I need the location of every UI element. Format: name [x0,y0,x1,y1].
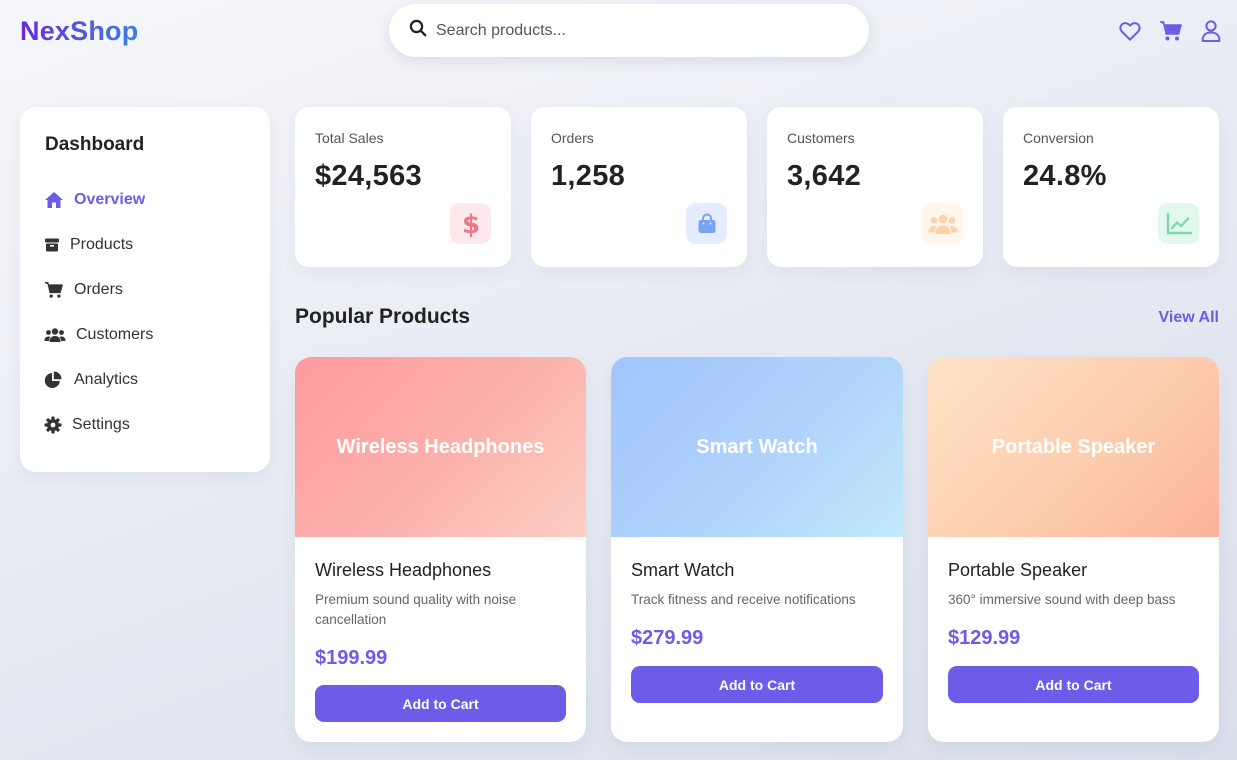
product-card-portable-speaker[interactable]: Portable Speaker Portable Speaker 360° i… [928,357,1219,742]
sidebar-item-orders[interactable]: Orders [44,277,123,303]
stat-value: 1,258 [551,160,626,192]
users-icon [44,325,68,345]
add-to-cart-button[interactable]: Add to Cart [631,666,883,703]
sidebar-item-settings[interactable]: Settings [44,412,130,438]
sidebar-item-overview[interactable]: Overview [44,187,145,213]
heart-icon[interactable] [1118,19,1142,43]
stat-label: Orders [551,130,594,146]
sidebar-item-label: Settings [72,416,130,433]
product-image[interactable]: Smart Watch [611,357,903,537]
dollar-icon: $ [450,203,491,244]
stat-value: 24.8% [1023,160,1107,192]
sidebar: Dashboard Overview Products Orders Custo… [20,107,270,472]
sidebar-item-customers[interactable]: Customers [44,322,153,348]
users-icon [922,203,963,244]
add-to-cart-button[interactable]: Add to Cart [948,666,1199,703]
search-input[interactable] [436,21,836,40]
product-image[interactable]: Portable Speaker [928,357,1219,537]
add-to-cart-button[interactable]: Add to Cart [315,685,566,722]
stat-card-customers: Customers 3,642 [767,107,983,267]
sidebar-item-label: Products [70,236,134,253]
home-icon [44,190,66,210]
stat-label: Customers [787,130,855,146]
sidebar-item-label: Orders [74,281,123,298]
sidebar-item-products[interactable]: Products [44,232,133,258]
stat-value: $24,563 [315,160,422,192]
stat-card-orders: Orders 1,258 [531,107,747,267]
svg-text:$: $ [461,210,479,239]
sidebar-item-label: Overview [74,191,146,208]
product-image[interactable]: Wireless Headphones [295,357,586,537]
product-name[interactable]: Smart Watch [631,560,734,581]
cart-icon [44,280,66,300]
trend-chart-icon [1158,203,1199,244]
top-header: NexShop [0,0,1237,64]
product-price: $279.99 [631,627,704,649]
popular-products-title: Popular Products [295,305,471,328]
bag-icon [686,203,727,244]
product-description: Track fitness and receive notifications [631,592,856,607]
product-price: $129.99 [948,627,1021,649]
product-name[interactable]: Wireless Headphones [315,560,491,581]
product-price: $199.99 [315,647,388,669]
stat-card-conversion: Conversion 24.8% [1003,107,1219,267]
product-description: Premium sound quality with noise cancell… [315,592,517,627]
sidebar-item-label: Customers [76,326,154,343]
stat-value: 3,642 [787,160,862,192]
stat-card-total-sales: Total Sales $24,563 $ [295,107,511,267]
product-name[interactable]: Portable Speaker [948,560,1087,581]
search-icon [409,19,427,42]
sidebar-title: Dashboard [45,134,145,155]
product-card-wireless-headphones[interactable]: Wireless Headphones Wireless Headphones … [295,357,586,742]
product-card-smart-watch[interactable]: Smart Watch Smart Watch Track fitness an… [611,357,903,742]
brand-logo[interactable]: NexShop [20,16,138,47]
search-bar[interactable] [389,4,869,57]
view-all-link[interactable]: View All [1159,309,1219,327]
stat-label: Conversion [1023,130,1094,146]
pie-chart-icon [44,370,66,390]
user-icon[interactable] [1199,19,1223,43]
product-description: 360° immersive sound with deep bass [948,592,1176,607]
stat-label: Total Sales [315,130,384,146]
gear-icon [44,415,64,435]
box-icon [44,235,62,255]
sidebar-item-analytics[interactable]: Analytics [44,367,138,393]
sidebar-item-label: Analytics [74,371,139,388]
cart-icon[interactable] [1159,19,1183,43]
